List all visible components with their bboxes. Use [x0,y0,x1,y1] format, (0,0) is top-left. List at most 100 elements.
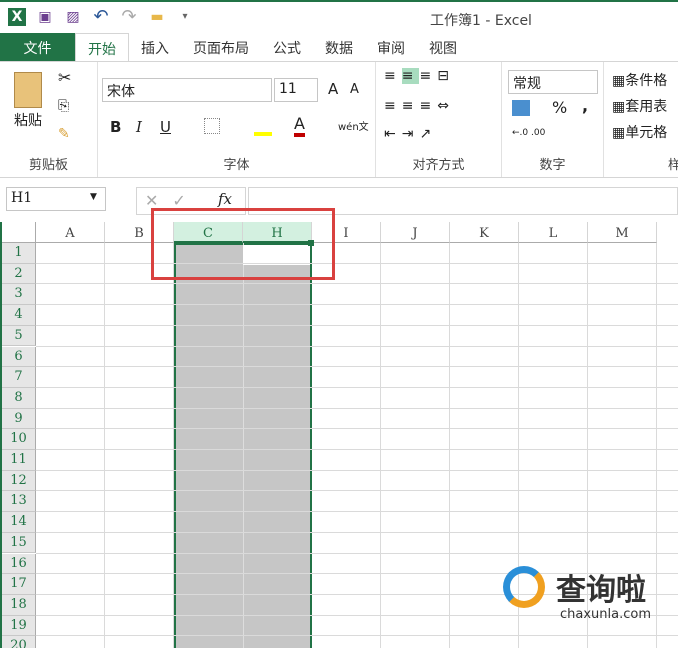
tab-page-layout[interactable]: 页面布局 [181,33,261,62]
number-group: 常规 % , ←.0 .00 数字 [502,62,604,177]
conditional-formatting-label: 条件格 [625,73,668,89]
row-header-19[interactable]: 19 [2,615,36,637]
save-icon[interactable]: ▣ [36,8,54,26]
gridline [36,449,678,450]
watermark-brand: 查询啦 [556,573,646,608]
copy-icon[interactable]: ⎘ [58,98,69,114]
row-header-10[interactable]: 10 [2,429,36,450]
insert-function-button[interactable]: fx [218,190,232,208]
clipboard-group: 粘贴 ✂ ⎘ ✎ 剪贴板 [0,62,98,177]
cell-styles-button[interactable]: ▦单元格 [612,122,667,142]
ribbon: 粘贴 ✂ ⎘ ✎ 剪贴板 宋体 11 A A B I U A wén文 字体 ≡… [0,61,678,178]
conditional-formatting-button[interactable]: ▦条件格 [612,70,667,90]
save-as-icon[interactable]: ▨ [64,8,82,26]
gridline [36,552,678,554]
format-as-table-label: 套用表 [625,99,668,115]
row-header-15[interactable]: 15 [2,532,36,554]
row-header-6[interactable]: 6 [2,346,36,368]
gridline [36,531,678,533]
format-painter-icon[interactable]: ✎ [58,126,70,142]
fill-color-icon[interactable] [254,116,272,136]
row-header-2[interactable]: 2 [2,263,36,285]
font-name-select[interactable]: 宋体 [102,78,272,102]
gridline [36,635,678,637]
italic-button[interactable]: I [136,118,142,136]
number-group-label: 数字 [539,158,566,173]
tab-view[interactable]: 视图 [417,33,469,62]
customize-icon[interactable]: ▾ [176,8,194,26]
styles-group-label: 样式 [667,158,678,173]
gridline [36,324,678,326]
tab-data[interactable]: 数据 [313,33,365,62]
row-header-3[interactable]: 3 [2,284,36,306]
horizontal-align-icons[interactable]: ≡≡≡⇔ [384,98,455,114]
column-header-k[interactable]: K [450,222,519,243]
alignment-group-label: 对齐方式 [412,158,465,173]
alignment-group: ≡≡≡⊟ ≡≡≡⇔ ⇤⇥↗ 对齐方式 [376,62,502,177]
column-header-j[interactable]: J [381,222,450,243]
tab-file[interactable]: 文件 [0,33,75,62]
cut-icon[interactable]: ✂ [58,68,71,87]
column-header-m[interactable]: M [588,222,657,243]
phonetic-button[interactable]: wén文 [338,118,369,133]
tab-formulas[interactable]: 公式 [261,33,313,62]
row-header-18[interactable]: 18 [2,594,36,616]
font-size-select[interactable]: 11 [274,78,318,102]
row-header-20[interactable]: 20 [2,636,36,648]
row-header-13[interactable]: 13 [2,491,36,513]
gridline [36,428,678,430]
tab-insert[interactable]: 插入 [129,33,181,62]
select-all-button[interactable] [2,222,36,243]
gridline [36,490,678,492]
tab-review[interactable]: 审阅 [365,33,417,62]
row-header-12[interactable]: 12 [2,470,36,492]
font-color-button[interactable]: A [294,114,305,137]
excel-logo-icon: X [8,8,26,26]
percent-button[interactable]: % [552,98,567,117]
grow-font-button[interactable]: A [328,80,338,98]
accounting-format-icon[interactable] [512,100,530,116]
bold-button[interactable]: B [110,118,121,136]
row-header-11[interactable]: 11 [2,450,36,471]
undo-icon[interactable]: ↶ [92,8,110,26]
gridline [36,262,678,264]
row-header-8[interactable]: 8 [2,387,36,409]
cell-styles-label: 单元格 [625,125,668,141]
decimal-buttons[interactable]: ←.0 .00 [512,128,545,138]
row-header-9[interactable]: 9 [2,408,36,430]
window-title: 工作簿1 - Excel [430,13,532,29]
row-header-14[interactable]: 14 [2,512,36,533]
column-header-a[interactable]: A [36,222,105,243]
vertical-align-icons[interactable]: ≡≡≡⊟ [384,68,455,84]
row-header-7[interactable]: 7 [2,367,36,388]
row-header-5[interactable]: 5 [2,325,36,347]
gridline [36,407,678,409]
gridline [36,469,678,471]
comma-button[interactable]: , [582,96,588,115]
tab-home[interactable]: 开始 [75,33,129,62]
redo-icon[interactable]: ↷ [120,8,138,26]
column-header-l[interactable]: L [519,222,588,243]
underline-button[interactable]: U [160,118,171,136]
watermark-url: chaxunla.com [560,607,651,622]
borders-icon[interactable] [204,118,220,134]
name-box-dropdown-icon[interactable]: ▼ [90,192,97,202]
paste-button[interactable]: 粘贴 [14,110,42,130]
ribbon-tabs: 文件 开始 插入 页面布局 公式 数据 审阅 视图 [0,33,678,62]
row-header-1[interactable]: 1 [2,243,36,264]
paste-icon[interactable] [14,72,42,108]
open-folder-icon[interactable]: ▬ [148,8,166,26]
font-group-label: 字体 [223,158,250,173]
row-header-16[interactable]: 16 [2,553,36,575]
indent-orientation-icons[interactable]: ⇤⇥↗ [384,126,437,142]
font-group: 宋体 11 A A B I U A wén文 字体 [98,62,376,177]
row-header-17[interactable]: 17 [2,574,36,595]
gridline [36,366,678,368]
shrink-font-button[interactable]: A [350,82,359,97]
gridline [36,345,678,347]
quick-access-toolbar: X ▣ ▨ ↶ ↷ ▬ ▾ [8,8,194,26]
format-as-table-button[interactable]: ▦套用表 [612,96,667,116]
number-format-select[interactable]: 常规 [508,70,598,94]
styles-group: ▦条件格 ▦套用表 ▦单元格 样式 [604,62,678,177]
row-header-4[interactable]: 4 [2,305,36,326]
